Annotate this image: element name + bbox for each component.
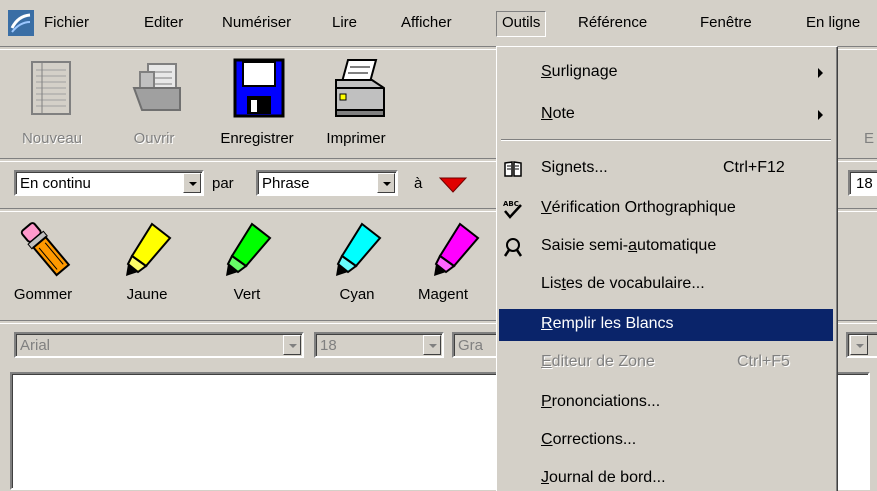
app-logo-icon	[8, 10, 34, 36]
menu-item-label: Vérification Orthographique	[541, 199, 736, 216]
menu-item-editeur-zone[interactable]: Editeur de Zone Ctrl+F5	[499, 347, 833, 379]
print-label: Imprimer	[326, 130, 386, 147]
menu-item-label: Surlignage	[541, 63, 618, 80]
yellow-label: Jaune	[126, 286, 168, 303]
menu-item-remplir[interactable]: Remplir les Blancs	[499, 309, 833, 341]
magenta-highlighter-icon	[434, 222, 480, 276]
green-highlighter-icon	[226, 222, 272, 276]
eraser-button[interactable]: Gommer	[2, 218, 84, 310]
menu-item-shortcut: Ctrl+F12	[723, 159, 785, 176]
open-button[interactable]: Ouvrir	[110, 56, 198, 152]
cyan-highlighter-icon	[336, 222, 382, 276]
menu-fenetre[interactable]: Fenêtre	[694, 12, 758, 36]
menu-item-surlignage[interactable]: Surlignage	[499, 57, 833, 89]
new-button[interactable]: Nouveau	[8, 56, 96, 152]
printer-icon	[335, 59, 385, 117]
yellow-highlighter-button[interactable]: Jaune	[106, 218, 188, 310]
style-value: Gra	[458, 337, 484, 354]
menu-item-label: Signets...	[541, 159, 608, 176]
toolbar-partial-label: E	[864, 130, 875, 147]
menu-lire[interactable]: Lire	[326, 12, 363, 36]
reading-mode-value: En continu	[20, 175, 91, 192]
menu-item-label: Note	[541, 105, 575, 122]
open-folder-icon	[132, 63, 181, 111]
menu-item-label: Journal de bord...	[541, 469, 666, 486]
menu-item-label: Prononciations...	[541, 393, 661, 410]
save-button[interactable]: Enregistrer	[213, 56, 301, 152]
menu-outils[interactable]: Outils	[496, 11, 547, 37]
chevron-down-icon[interactable]	[423, 335, 441, 355]
reading-unit-select[interactable]: Phrase	[256, 170, 398, 196]
menu-item-label: Saisie semi-automatique	[541, 237, 717, 254]
save-label: Enregistrer	[220, 130, 294, 147]
menu-reference[interactable]: Référence	[572, 12, 653, 36]
speed-select[interactable]: 18	[848, 170, 877, 196]
menu-item-corrections[interactable]: Corrections...	[499, 425, 833, 457]
floppy-disk-icon	[233, 58, 285, 118]
chevron-down-icon[interactable]	[283, 335, 301, 355]
yellow-highlighter-icon	[126, 222, 172, 276]
menu-fichier[interactable]: Fichier	[38, 12, 95, 36]
new-label: Nouveau	[21, 130, 83, 147]
chevron-down-icon[interactable]	[850, 335, 868, 355]
format-extra-select[interactable]	[846, 332, 877, 358]
green-highlighter-button[interactable]: Vert	[206, 218, 288, 310]
menu-numeriser[interactable]: Numériser	[216, 12, 297, 36]
reading-unit-value: Phrase	[262, 175, 310, 192]
open-label: Ouvrir	[133, 130, 175, 147]
menu-item-label: Editeur de Zone	[541, 353, 655, 370]
cyan-highlighter-button[interactable]: Cyan	[316, 218, 398, 310]
spell-check-icon: ABC	[503, 200, 522, 219]
menu-bar: Fichier Editer Numériser Lire Afficher O…	[0, 0, 877, 46]
menu-item-shortcut: Ctrl+F5	[737, 353, 790, 370]
eraser-label: Gommer	[13, 286, 73, 303]
menu-item-note[interactable]: Note	[499, 99, 833, 131]
red-triangle-icon	[438, 177, 468, 193]
magenta-label: Magent	[418, 286, 469, 303]
menu-item-label: Listes de vocabulaire...	[541, 275, 705, 292]
menu-item-label: Remplir les Blancs	[541, 315, 674, 332]
magenta-highlighter-button[interactable]: Magent	[414, 218, 496, 310]
menu-item-journal[interactable]: Journal de bord...	[499, 463, 833, 491]
submenu-arrow-icon	[818, 110, 823, 120]
font-select[interactable]: Arial	[14, 332, 304, 358]
a-label: à	[414, 175, 423, 192]
notebook-icon	[31, 61, 71, 115]
menu-separator	[501, 139, 831, 141]
menu-editer[interactable]: Editer	[138, 12, 189, 36]
menu-item-listes[interactable]: Listes de vocabulaire...	[499, 269, 833, 301]
rewind-button[interactable]	[436, 168, 492, 198]
svg-text:ABC: ABC	[503, 200, 519, 208]
menu-item-verification[interactable]: ABC Vérification Orthographique	[499, 193, 833, 225]
print-button[interactable]: Imprimer	[312, 56, 400, 152]
par-label: par	[212, 175, 234, 192]
menu-item-prononciations[interactable]: Prononciations...	[499, 387, 833, 419]
chevron-down-icon[interactable]	[377, 173, 395, 193]
reading-mode-select[interactable]: En continu	[14, 170, 204, 196]
size-select[interactable]: 18	[314, 332, 444, 358]
chevron-down-icon[interactable]	[183, 173, 201, 193]
submenu-arrow-icon	[818, 68, 823, 78]
book-icon	[504, 161, 522, 177]
green-label: Vert	[233, 286, 261, 303]
menu-afficher[interactable]: Afficher	[395, 12, 458, 36]
menu-en-ligne[interactable]: En ligne	[800, 12, 866, 36]
magnifier-icon	[503, 238, 523, 257]
speed-value: 18	[856, 175, 873, 192]
font-value: Arial	[20, 337, 51, 354]
menu-item-signets[interactable]: Signets... Ctrl+F12	[499, 153, 833, 185]
menu-item-saisie[interactable]: Saisie semi-automatique	[499, 231, 833, 263]
menu-item-label: Corrections...	[541, 431, 637, 448]
eraser-icon	[20, 222, 71, 277]
cyan-label: Cyan	[339, 286, 375, 303]
size-value: 18	[320, 337, 337, 354]
outils-menu: Surlignage Note Signets... Ctrl+F12 ABC …	[496, 46, 838, 491]
